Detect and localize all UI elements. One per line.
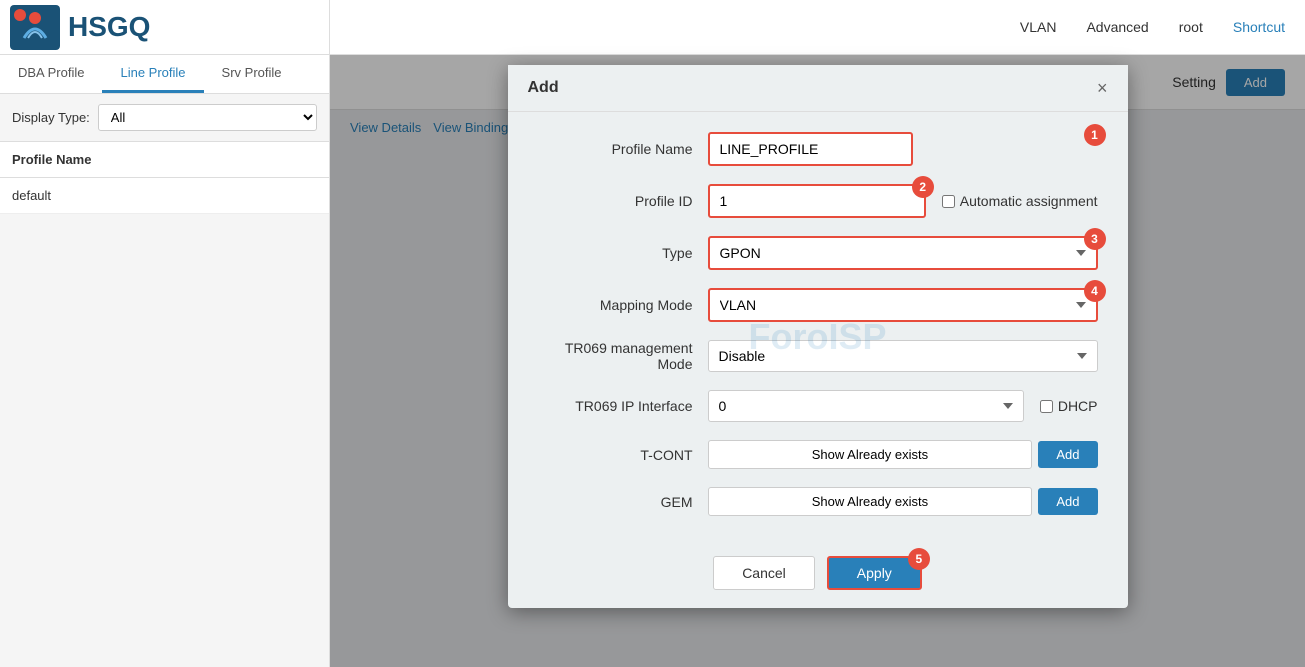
tab-line-profile[interactable]: Line Profile	[102, 55, 203, 93]
logo-area: HSGQ	[0, 0, 330, 54]
filter-row: Display Type: All	[0, 94, 329, 142]
tr069-ip-label: TR069 IP Interface	[538, 398, 708, 414]
profile-id-label: Profile ID	[538, 193, 708, 209]
modal-header: Add ×	[508, 65, 1128, 112]
profile-id-input[interactable]	[708, 184, 926, 218]
profile-id-field-group: 2 Automatic assignment	[708, 184, 1098, 218]
gem-show-button[interactable]: Show Already exists	[708, 487, 1033, 516]
badge-2: 2	[912, 176, 934, 198]
table-row: default	[0, 178, 329, 214]
automatic-assignment-label: Automatic assignment	[942, 193, 1098, 209]
modal-close-button[interactable]: ×	[1097, 79, 1108, 97]
badge-5: 5	[908, 548, 930, 570]
modal-overlay: Add × Profile Name 1 Profile ID	[330, 55, 1305, 667]
gem-field-group: Show Already exists Add	[708, 487, 1098, 516]
badge-3: 3	[1084, 228, 1106, 250]
automatic-assignment-checkbox[interactable]	[942, 195, 955, 208]
apply-wrapper: Apply 5	[827, 556, 922, 590]
tcont-add-button[interactable]: Add	[1038, 441, 1097, 468]
profile-id-row: Profile ID 2 Automatic assignment	[538, 184, 1098, 218]
mapping-mode-row: Mapping Mode VLAN 4	[538, 288, 1098, 322]
gem-row: GEM Show Already exists Add	[538, 487, 1098, 516]
badge-1: 1	[1084, 124, 1106, 146]
type-wrapper: GPON 3	[708, 236, 1098, 270]
mapping-wrapper: VLAN 4	[708, 288, 1098, 322]
tr069-ip-row: TR069 IP Interface 0 DHCP	[538, 390, 1098, 422]
app-name: HSGQ	[68, 11, 150, 43]
tcont-row: T-CONT Show Already exists Add	[538, 440, 1098, 469]
cancel-button[interactable]: Cancel	[713, 556, 815, 590]
tcont-label: T-CONT	[538, 447, 708, 463]
profile-name-input[interactable]	[708, 132, 913, 166]
tr069-ip-select[interactable]: 0	[708, 390, 1024, 422]
tab-dba-profile[interactable]: DBA Profile	[0, 55, 102, 93]
dhcp-text: DHCP	[1058, 398, 1098, 414]
nav-root[interactable]: root	[1179, 19, 1203, 35]
profile-id-wrapper: 2	[708, 184, 926, 218]
modal-title: Add	[528, 79, 559, 97]
automatic-assignment-text: Automatic assignment	[960, 193, 1098, 209]
table-header: Profile Name	[0, 142, 329, 178]
logo-icon	[10, 5, 60, 50]
type-label: Type	[538, 245, 708, 261]
display-type-select[interactable]: All	[98, 104, 317, 131]
tab-srv-profile[interactable]: Srv Profile	[204, 55, 300, 93]
modal-body: Profile Name 1 Profile ID 2	[508, 112, 1128, 544]
mapping-mode-label: Mapping Mode	[538, 297, 708, 313]
type-row: Type GPON 3	[538, 236, 1098, 270]
nav-vlan[interactable]: VLAN	[1020, 19, 1057, 35]
main-area: DBA Profile Line Profile Srv Profile Dis…	[0, 55, 1305, 667]
top-nav: HSGQ VLAN Advanced root Shortcut	[0, 0, 1305, 55]
badge-4: 4	[1084, 280, 1106, 302]
tr069-ip-field-group: 0 DHCP	[708, 390, 1098, 422]
type-select[interactable]: GPON	[708, 236, 1098, 270]
tr069-mode-label: TR069 management Mode	[538, 340, 708, 372]
filter-label: Display Type:	[12, 110, 90, 125]
sidebar: DBA Profile Line Profile Srv Profile Dis…	[0, 55, 330, 667]
profile-name-row: Profile Name 1	[538, 132, 1098, 166]
tcont-show-button[interactable]: Show Already exists	[708, 440, 1033, 469]
profile-name-label: Profile Name	[538, 141, 708, 157]
dhcp-checkbox[interactable]	[1040, 400, 1053, 413]
gem-label: GEM	[538, 494, 708, 510]
tab-bar: DBA Profile Line Profile Srv Profile	[0, 55, 329, 94]
tcont-field-group: Show Already exists Add	[708, 440, 1098, 469]
nav-shortcut[interactable]: Shortcut	[1233, 19, 1285, 35]
profile-name-cell: default	[12, 188, 51, 203]
content-area: Setting Add View Details View Binding De…	[330, 55, 1305, 667]
profile-name-wrapper: 1	[708, 132, 1098, 166]
nav-advanced[interactable]: Advanced	[1086, 19, 1148, 35]
gem-add-button[interactable]: Add	[1038, 488, 1097, 515]
modal-footer: Cancel Apply 5	[508, 544, 1128, 608]
tr069-mode-row: TR069 management Mode Disable	[538, 340, 1098, 372]
dhcp-label: DHCP	[1040, 398, 1098, 414]
modal: Add × Profile Name 1 Profile ID	[508, 65, 1128, 608]
nav-links: VLAN Advanced root Shortcut	[1020, 19, 1305, 35]
tr069-mode-select[interactable]: Disable	[708, 340, 1098, 372]
mapping-mode-select[interactable]: VLAN	[708, 288, 1098, 322]
